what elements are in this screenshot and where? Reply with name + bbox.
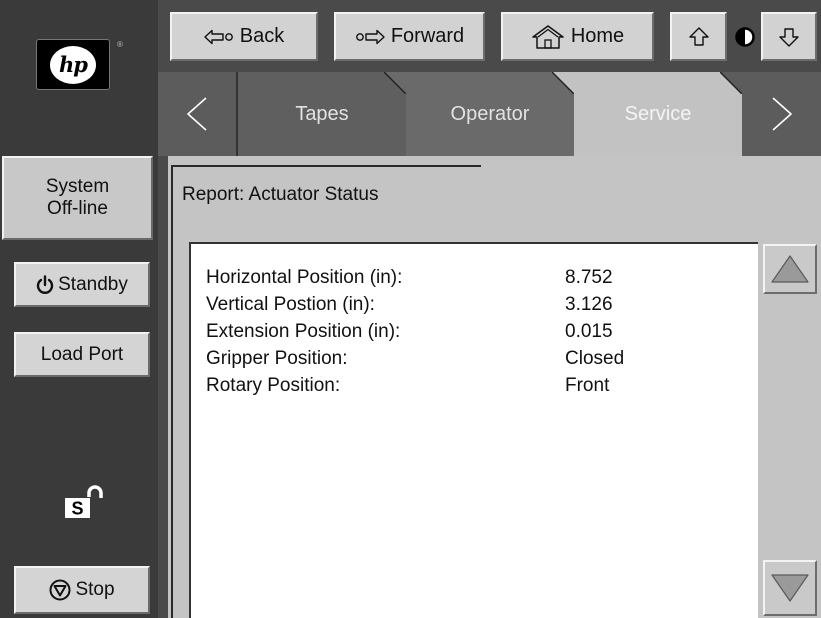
hp-logo-disc: hp	[50, 45, 96, 84]
sidebar: hp ® System Off-line Standby Load Port S	[0, 0, 158, 618]
stop-button[interactable]: Stop	[14, 566, 150, 614]
report-row-value: 3.126	[565, 294, 613, 315]
decrease-button[interactable]	[761, 12, 817, 61]
tab-corner	[384, 72, 406, 94]
navigation-bar: Back Forward Home	[158, 0, 821, 72]
unlocked-padlock-icon[interactable]: S	[64, 484, 104, 520]
arrow-up-outline-icon	[688, 26, 709, 46]
stop-icon	[49, 579, 71, 601]
power-icon	[36, 274, 54, 295]
tab-tapes[interactable]: Tapes	[238, 72, 406, 156]
tab-bar: Tapes Operator Service	[158, 72, 821, 156]
back-button[interactable]: Back	[170, 12, 318, 61]
system-status-indicator: System Off-line	[2, 156, 153, 240]
report-row-label: Vertical Postion (in):	[206, 294, 375, 315]
report-row-label: Gripper Position:	[206, 348, 348, 369]
home-label: Home	[570, 25, 625, 47]
report-title: Report: Actuator Status	[182, 184, 379, 205]
standby-label: Standby	[58, 273, 128, 295]
panel-frame-left	[171, 165, 173, 618]
tab-corner	[552, 72, 574, 94]
tab-operator-label: Operator	[450, 102, 530, 125]
tab-corner	[720, 72, 742, 94]
scroll-up-button[interactable]	[763, 244, 817, 294]
chevron-left-icon	[187, 97, 207, 131]
report-row-value: Front	[565, 375, 610, 396]
load-port-button[interactable]: Load Port	[14, 332, 150, 377]
panel-frame-top	[171, 165, 481, 167]
report-row-value: 0.015	[565, 321, 613, 342]
tab-service-label: Service	[624, 102, 692, 125]
report-row-label: Extension Position (in):	[206, 321, 401, 342]
main-panel: Report: Actuator Status Horizontal Posit…	[158, 156, 821, 618]
report-row: Rotary Position: Front	[206, 375, 746, 399]
triangle-down-icon	[771, 574, 809, 602]
hp-logo-text: hp	[59, 52, 88, 77]
load-port-label: Load Port	[40, 343, 124, 365]
back-label: Back	[239, 25, 285, 47]
registered-mark: ®	[117, 40, 123, 49]
tab-tapes-label: Tapes	[295, 102, 349, 125]
arrow-right-outline-icon	[355, 29, 385, 44]
tab-scroll-left-button[interactable]	[158, 72, 238, 156]
report-row-value: Closed	[565, 348, 625, 369]
report-row: Vertical Postion (in): 3.126	[206, 294, 746, 318]
system-status-line2: Off-line	[47, 198, 108, 219]
report-row-value: 8.752	[565, 267, 613, 288]
report-row: Gripper Position: Closed	[206, 348, 746, 372]
report-row-label: Rotary Position:	[206, 375, 341, 396]
triangle-up-icon	[771, 255, 809, 283]
increase-button[interactable]	[670, 12, 727, 61]
home-icon	[532, 24, 564, 49]
panel-edge	[158, 156, 168, 618]
stop-label: Stop	[75, 579, 115, 600]
hp-logo: hp	[36, 39, 110, 90]
contrast-icon	[735, 27, 755, 47]
report-row: Horizontal Position (in): 8.752	[206, 267, 746, 291]
chevron-right-icon	[771, 97, 792, 131]
security-letter: S	[71, 499, 83, 519]
system-status-line1: System	[45, 176, 110, 197]
tab-scroll-right-button[interactable]	[742, 72, 821, 156]
arrow-down-outline-icon	[779, 27, 799, 47]
arrow-left-outline-icon	[204, 29, 233, 44]
report-row: Extension Position (in): 0.015	[206, 321, 746, 345]
forward-label: Forward	[390, 25, 465, 47]
report-row-label: Horizontal Position (in):	[206, 267, 403, 288]
home-button[interactable]: Home	[501, 12, 654, 61]
report-content: Horizontal Position (in): 8.752 Vertical…	[189, 242, 758, 618]
standby-button[interactable]: Standby	[14, 262, 150, 307]
tab-service[interactable]: Service	[574, 72, 742, 156]
tab-operator[interactable]: Operator	[406, 72, 574, 156]
scroll-down-button[interactable]	[763, 560, 817, 616]
forward-button[interactable]: Forward	[334, 12, 485, 61]
